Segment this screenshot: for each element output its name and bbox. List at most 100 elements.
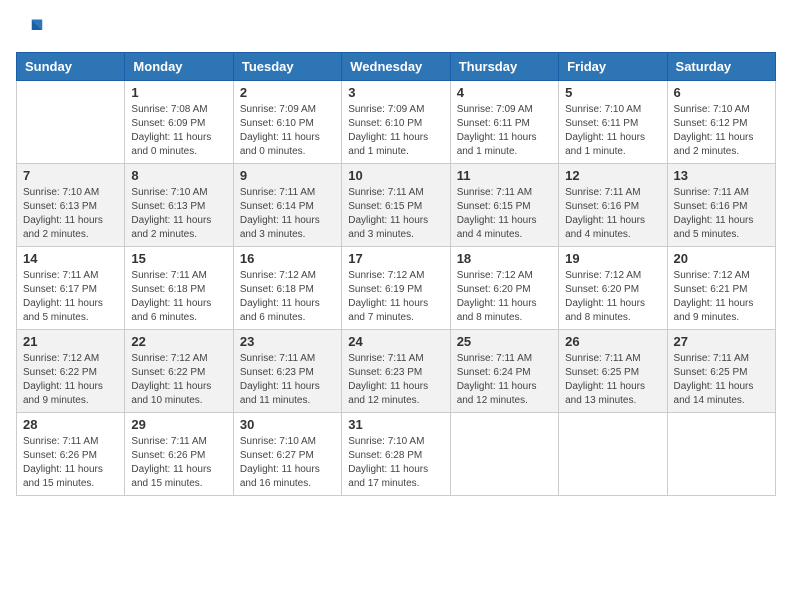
day-number: 29 — [131, 417, 226, 432]
day-number: 1 — [131, 85, 226, 100]
calendar-cell: 20 Sunrise: 7:12 AM Sunset: 6:21 PM Dayli… — [667, 247, 775, 330]
day-number: 12 — [565, 168, 660, 183]
day-number: 20 — [674, 251, 769, 266]
day-info: Sunrise: 7:11 AM Sunset: 6:26 PM Dayligh… — [131, 435, 226, 491]
calendar-cell — [450, 413, 558, 496]
calendar-day-header: Sunday — [17, 53, 125, 81]
day-info: Sunrise: 7:12 AM Sunset: 6:19 PM Dayligh… — [348, 269, 443, 325]
calendar-cell: 17Sunrise: 7:12 AM Sunset: 6:19 PM Dayli… — [342, 247, 450, 330]
day-number: 14 — [23, 251, 118, 266]
calendar-cell: 8Sunrise: 7:10 AM Sunset: 6:13 PM Daylig… — [125, 164, 233, 247]
day-info: Sunrise: 7:11 AM Sunset: 6:16 PM Dayligh… — [565, 186, 660, 242]
day-info: Sunrise: 7:11 AM Sunset: 6:16 PM Dayligh… — [674, 186, 769, 242]
day-info: Sunrise: 7:11 AM Sunset: 6:17 PM Dayligh… — [23, 269, 118, 325]
day-info: Sunrise: 7:12 AM Sunset: 6:21 PM Dayligh… — [674, 269, 769, 325]
day-number: 22 — [131, 334, 226, 349]
day-number: 11 — [457, 168, 552, 183]
calendar-cell — [17, 81, 125, 164]
day-number: 15 — [131, 251, 226, 266]
day-number: 2 — [240, 85, 335, 100]
calendar-day-header: Wednesday — [342, 53, 450, 81]
day-info: Sunrise: 7:10 AM Sunset: 6:27 PM Dayligh… — [240, 435, 335, 491]
day-number: 6 — [674, 85, 769, 100]
calendar-cell: 3 Sunrise: 7:09 AM Sunset: 6:10 PM Daylig… — [342, 81, 450, 164]
calendar-cell: 27 Sunrise: 7:11 AM Sunset: 6:25 PM Dayli… — [667, 330, 775, 413]
day-info: Sunrise: 7:11 AM Sunset: 6:15 PM Dayligh… — [457, 186, 552, 242]
day-number: 19 — [565, 251, 660, 266]
calendar-week-row: 7 Sunrise: 7:10 AM Sunset: 6:13 PM Daylig… — [17, 164, 776, 247]
day-info: Sunrise: 7:12 AM Sunset: 6:22 PM Dayligh… — [23, 352, 118, 408]
calendar-cell: 24 Sunrise: 7:11 AM Sunset: 6:23 PM Dayli… — [342, 330, 450, 413]
calendar-cell: 18 Sunrise: 7:12 AM Sunset: 6:20 PM Dayli… — [450, 247, 558, 330]
day-number: 27 — [674, 334, 769, 349]
day-number: 3 — [348, 85, 443, 100]
calendar-day-header: Friday — [559, 53, 667, 81]
day-number: 13 — [674, 168, 769, 183]
calendar-cell: 10Sunrise: 7:11 AM Sunset: 6:15 PM Dayli… — [342, 164, 450, 247]
calendar-cell — [559, 413, 667, 496]
calendar-cell: 4 Sunrise: 7:09 AM Sunset: 6:11 PM Daylig… — [450, 81, 558, 164]
day-number: 24 — [348, 334, 443, 349]
calendar-cell: 12 Sunrise: 7:11 AM Sunset: 6:16 PM Dayli… — [559, 164, 667, 247]
calendar-cell: 28 Sunrise: 7:11 AM Sunset: 6:26 PM Dayli… — [17, 413, 125, 496]
day-number: 25 — [457, 334, 552, 349]
day-info: Sunrise: 7:12 AM Sunset: 6:20 PM Dayligh… — [565, 269, 660, 325]
calendar-table: SundayMondayTuesdayWednesdayThursdayFrid… — [16, 52, 776, 496]
calendar-cell: 22 Sunrise: 7:12 AM Sunset: 6:22 PM Dayli… — [125, 330, 233, 413]
calendar-day-header: Thursday — [450, 53, 558, 81]
day-number: 9 — [240, 168, 335, 183]
calendar-cell: 21 Sunrise: 7:12 AM Sunset: 6:22 PM Dayli… — [17, 330, 125, 413]
day-info: Sunrise: 7:11 AM Sunset: 6:25 PM Dayligh… — [674, 352, 769, 408]
day-number: 18 — [457, 251, 552, 266]
day-info: Sunrise: 7:11 AM Sunset: 6:25 PM Dayligh… — [565, 352, 660, 408]
day-info: Sunrise: 7:09 AM Sunset: 6:10 PM Dayligh… — [348, 103, 443, 159]
logo-icon — [16, 16, 44, 44]
day-info: Sunrise: 7:11 AM Sunset: 6:18 PM Dayligh… — [131, 269, 226, 325]
day-info: Sunrise: 7:12 AM Sunset: 6:20 PM Dayligh… — [457, 269, 552, 325]
day-number: 4 — [457, 85, 552, 100]
day-info: Sunrise: 7:11 AM Sunset: 6:26 PM Dayligh… — [23, 435, 118, 491]
page-header — [16, 16, 776, 44]
calendar-header-row: SundayMondayTuesdayWednesdayThursdayFrid… — [17, 53, 776, 81]
calendar-cell: 14 Sunrise: 7:11 AM Sunset: 6:17 PM Dayli… — [17, 247, 125, 330]
day-number: 16 — [240, 251, 335, 266]
day-info: Sunrise: 7:12 AM Sunset: 6:18 PM Dayligh… — [240, 269, 335, 325]
day-info: Sunrise: 7:11 AM Sunset: 6:24 PM Dayligh… — [457, 352, 552, 408]
calendar-cell — [667, 413, 775, 496]
day-number: 30 — [240, 417, 335, 432]
calendar-week-row: 28 Sunrise: 7:11 AM Sunset: 6:26 PM Dayli… — [17, 413, 776, 496]
calendar-cell: 19 Sunrise: 7:12 AM Sunset: 6:20 PM Dayli… — [559, 247, 667, 330]
calendar-cell: 1Sunrise: 7:08 AM Sunset: 6:09 PM Daylig… — [125, 81, 233, 164]
calendar-cell: 23 Sunrise: 7:11 AM Sunset: 6:23 PM Dayli… — [233, 330, 341, 413]
calendar-cell: 16 Sunrise: 7:12 AM Sunset: 6:18 PM Dayli… — [233, 247, 341, 330]
day-number: 23 — [240, 334, 335, 349]
calendar-cell: 25 Sunrise: 7:11 AM Sunset: 6:24 PM Dayli… — [450, 330, 558, 413]
calendar-week-row: 14 Sunrise: 7:11 AM Sunset: 6:17 PM Dayli… — [17, 247, 776, 330]
day-info: Sunrise: 7:11 AM Sunset: 6:15 PM Dayligh… — [348, 186, 443, 242]
calendar-week-row: 21 Sunrise: 7:12 AM Sunset: 6:22 PM Dayli… — [17, 330, 776, 413]
day-info: Sunrise: 7:11 AM Sunset: 6:23 PM Dayligh… — [240, 352, 335, 408]
day-info: Sunrise: 7:10 AM Sunset: 6:11 PM Dayligh… — [565, 103, 660, 159]
day-number: 21 — [23, 334, 118, 349]
day-number: 26 — [565, 334, 660, 349]
calendar-cell: 30 Sunrise: 7:10 AM Sunset: 6:27 PM Dayli… — [233, 413, 341, 496]
calendar-cell: 11 Sunrise: 7:11 AM Sunset: 6:15 PM Dayli… — [450, 164, 558, 247]
calendar-day-header: Tuesday — [233, 53, 341, 81]
day-info: Sunrise: 7:09 AM Sunset: 6:11 PM Dayligh… — [457, 103, 552, 159]
calendar-cell: 26 Sunrise: 7:11 AM Sunset: 6:25 PM Dayli… — [559, 330, 667, 413]
day-info: Sunrise: 7:11 AM Sunset: 6:14 PM Dayligh… — [240, 186, 335, 242]
logo — [16, 16, 48, 44]
day-info: Sunrise: 7:10 AM Sunset: 6:28 PM Dayligh… — [348, 435, 443, 491]
day-number: 28 — [23, 417, 118, 432]
calendar-cell: 29 Sunrise: 7:11 AM Sunset: 6:26 PM Dayli… — [125, 413, 233, 496]
day-number: 7 — [23, 168, 118, 183]
calendar-cell: 6Sunrise: 7:10 AM Sunset: 6:12 PM Daylig… — [667, 81, 775, 164]
day-info: Sunrise: 7:11 AM Sunset: 6:23 PM Dayligh… — [348, 352, 443, 408]
calendar-cell: 9 Sunrise: 7:11 AM Sunset: 6:14 PM Daylig… — [233, 164, 341, 247]
day-info: Sunrise: 7:10 AM Sunset: 6:13 PM Dayligh… — [131, 186, 226, 242]
day-info: Sunrise: 7:12 AM Sunset: 6:22 PM Dayligh… — [131, 352, 226, 408]
day-number: 5 — [565, 85, 660, 100]
calendar-cell: 7Sunrise: 7:10 AM Sunset: 6:13 PM Daylig… — [17, 164, 125, 247]
calendar-week-row: 1Sunrise: 7:08 AM Sunset: 6:09 PM Daylig… — [17, 81, 776, 164]
calendar-cell: 2Sunrise: 7:09 AM Sunset: 6:10 PM Daylig… — [233, 81, 341, 164]
